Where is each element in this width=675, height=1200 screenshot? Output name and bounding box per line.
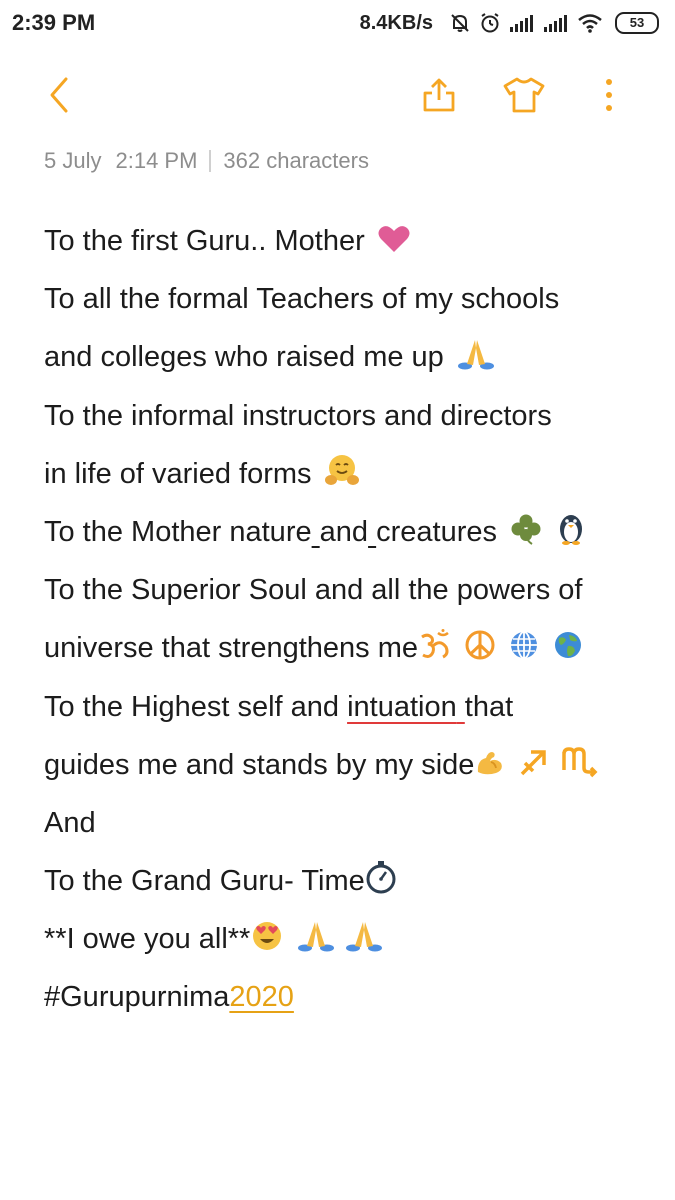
status-time: 2:39 PM xyxy=(12,10,96,35)
note-text: To the informal instructors and director… xyxy=(44,399,552,432)
note-text: And xyxy=(44,806,96,839)
hugging-face-icon xyxy=(324,453,360,487)
status-bar: 2:39 PM 8.4KB/s 53 xyxy=(0,0,675,48)
mute-bell-icon xyxy=(449,12,471,34)
note-line: To the informal instructors and director… xyxy=(44,387,654,445)
stopwatch-icon xyxy=(365,860,397,894)
share-button[interactable] xyxy=(414,72,464,122)
note-line: To all the formal Teachers of my schools xyxy=(44,270,654,328)
note-text: that xyxy=(464,690,514,723)
more-options-button[interactable] xyxy=(584,72,634,122)
note-line: To the Mother nature and creatures xyxy=(44,503,654,561)
earth-globe-icon xyxy=(552,629,584,661)
share-icon xyxy=(420,76,458,119)
shamrock-icon xyxy=(509,513,543,545)
note-text: **I owe you all** xyxy=(44,923,251,956)
globe-meridians-icon xyxy=(508,629,540,661)
note-line: universe that strengthens me xyxy=(44,619,654,677)
underscore-space xyxy=(368,516,376,548)
note-text: in life of varied forms xyxy=(44,457,312,490)
scorpio-icon xyxy=(561,744,599,778)
note-text: creatures xyxy=(376,515,498,548)
peace-icon xyxy=(464,629,496,661)
note-text: guides me and stands by my side xyxy=(44,748,475,781)
signal-icon xyxy=(509,13,535,33)
note-line: To the first Guru.. Mother xyxy=(44,212,654,270)
underscore-space xyxy=(312,516,320,548)
battery-icon: 53 xyxy=(615,12,659,34)
flexed-biceps-icon xyxy=(474,746,506,778)
theme-shirt-icon xyxy=(502,76,546,119)
heart-icon xyxy=(377,224,411,254)
sagittarius-icon xyxy=(518,748,548,778)
note-line: To the Superior Soul and all the powers … xyxy=(44,561,654,619)
note-text: To the Superior Soul and all the powers … xyxy=(44,574,583,607)
note-text: and xyxy=(319,515,369,548)
heart-eyes-face-icon xyxy=(250,920,284,952)
note-text: To the Mother nature xyxy=(44,515,312,548)
network-speed: 8.4KB/s xyxy=(359,11,433,34)
note-date: 5 July xyxy=(44,148,102,173)
note-toolbar xyxy=(0,62,675,132)
note-text: intuation xyxy=(347,690,457,723)
folded-hands-icon xyxy=(456,338,496,370)
note-meta: 5 July 2:14 PM 362 characters xyxy=(44,148,369,174)
alarm-icon xyxy=(479,12,501,34)
note-text: To all the formal Teachers of my schools xyxy=(44,283,560,316)
penguin-icon xyxy=(555,511,587,545)
note-text: universe that strengthens me xyxy=(44,632,418,665)
note-line: and colleges who raised me up xyxy=(44,328,654,386)
status-icons: 8.4KB/s 53 xyxy=(360,8,659,38)
note-line: #Gurupurnima2020 xyxy=(44,968,654,1026)
back-arrow-icon xyxy=(44,75,74,120)
note-text: To the Highest self and xyxy=(44,690,340,723)
theme-button[interactable] xyxy=(499,72,549,122)
character-count: 362 characters xyxy=(223,148,369,173)
misspelled-word[interactable]: intuation xyxy=(347,691,465,723)
hashtag-link[interactable]: 2020 xyxy=(229,981,294,1013)
note-line: guides me and stands by my side xyxy=(44,736,654,794)
note-line: To the Highest self and intuation that xyxy=(44,678,654,736)
note-line: in life of varied forms xyxy=(44,445,654,503)
back-button[interactable] xyxy=(34,72,84,122)
wifi-icon xyxy=(577,13,603,33)
meta-divider xyxy=(209,150,212,172)
folded-hands-icon xyxy=(296,920,336,952)
note-text: and colleges who raised me up xyxy=(44,341,444,374)
signal-icon xyxy=(543,13,569,33)
om-icon xyxy=(418,629,452,661)
more-vertical-icon xyxy=(604,77,614,118)
note-text: To the first Guru.. Mother xyxy=(44,225,365,257)
note-line: And xyxy=(44,794,654,852)
note-line: **I owe you all** xyxy=(44,910,654,968)
note-line: To the Grand Guru- Time xyxy=(44,852,654,910)
note-time: 2:14 PM xyxy=(115,148,198,173)
note-text: To the Grand Guru- Time xyxy=(44,865,365,898)
note-body[interactable]: To the first Guru.. Mother To all the fo… xyxy=(44,212,654,1027)
folded-hands-icon xyxy=(344,920,384,952)
hashtag-text: #Gurupurnima xyxy=(44,981,230,1014)
